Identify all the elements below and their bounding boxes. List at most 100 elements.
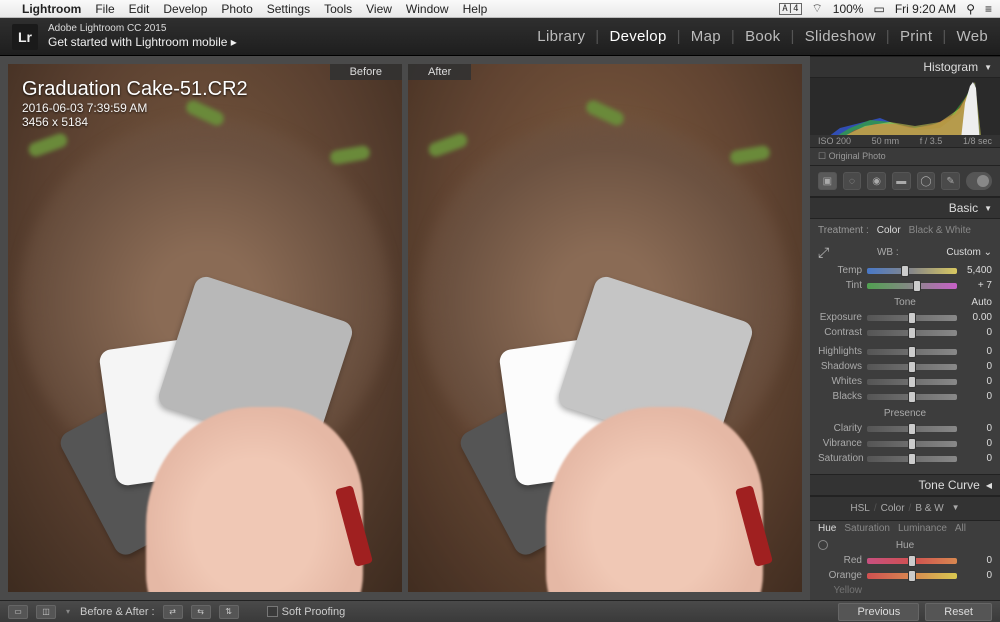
- tone-slider-1[interactable]: [867, 330, 957, 336]
- reset-button[interactable]: Reset: [925, 603, 992, 621]
- tone2-row-highlights: Highlights0: [818, 344, 992, 359]
- treatment-bw[interactable]: Black & White: [909, 225, 971, 236]
- basic-panel: Treatment : Color Black & White ⤢ WB : C…: [810, 219, 1000, 474]
- menu-window[interactable]: Window: [406, 2, 449, 16]
- before-after-view-button[interactable]: ◫: [36, 605, 56, 619]
- module-map[interactable]: Map: [691, 28, 721, 45]
- module-develop[interactable]: Develop: [609, 28, 666, 45]
- menu-edit[interactable]: Edit: [129, 2, 150, 16]
- meta-iso: ISO 200: [818, 136, 851, 146]
- loupe-view-button[interactable]: ▭: [8, 605, 28, 619]
- ba-layout-1[interactable]: ⇄: [163, 605, 183, 619]
- tone2-slider-1[interactable]: [867, 364, 957, 370]
- clock[interactable]: Fri 9:20 AM: [895, 2, 956, 16]
- tone2-label-2: Whites: [818, 376, 862, 387]
- hue-slider-0[interactable]: [867, 558, 957, 564]
- menu-file[interactable]: File: [95, 2, 114, 16]
- soft-proofing-checkbox[interactable]: Soft Proofing: [267, 606, 346, 618]
- meta-shutter: 1/8 sec: [963, 136, 992, 146]
- tone2-value-2[interactable]: 0: [962, 376, 992, 387]
- menu-photo[interactable]: Photo: [221, 2, 252, 16]
- battery-status[interactable]: 100%: [833, 2, 864, 16]
- tone-slider-0[interactable]: [867, 315, 957, 321]
- hsl-sub-all[interactable]: All: [955, 523, 966, 534]
- hue-value-0[interactable]: 0: [962, 555, 992, 566]
- adjustment-brush-tool[interactable]: ✎: [941, 172, 960, 190]
- presence-slider-0[interactable]: [867, 426, 957, 432]
- tone-value-1[interactable]: 0: [962, 327, 992, 338]
- tone-value-0[interactable]: 0.00: [962, 312, 992, 323]
- spotlight-icon[interactable]: ⚲: [966, 2, 975, 16]
- menu-settings[interactable]: Settings: [267, 2, 310, 16]
- module-print[interactable]: Print: [900, 28, 932, 45]
- menu-help[interactable]: Help: [463, 2, 488, 16]
- treatment-color[interactable]: Color: [877, 225, 901, 236]
- overlay-datetime: 2016-06-03 7:39:59 AM: [22, 101, 248, 115]
- adobe-sync-icon[interactable]: A|4: [779, 3, 801, 15]
- menubar-app[interactable]: Lightroom: [22, 2, 81, 16]
- before-pane[interactable]: Before Graduation Cake-51.CR2 2016-06-03…: [8, 64, 402, 592]
- module-picker: Library| Develop| Map| Book| Slideshow| …: [537, 28, 988, 45]
- wb-value-0[interactable]: 5,400: [962, 265, 992, 276]
- module-web[interactable]: Web: [957, 28, 988, 45]
- hsl-tab-hsl[interactable]: HSL: [850, 503, 869, 514]
- tone2-value-0[interactable]: 0: [962, 346, 992, 357]
- wb-label-1: Tint: [818, 280, 862, 291]
- spot-removal-tool[interactable]: ◌: [843, 172, 862, 190]
- hsl-tab-color[interactable]: Color: [881, 503, 905, 514]
- after-pane[interactable]: After: [408, 64, 802, 592]
- tone-row-exposure: Exposure0.00: [818, 310, 992, 325]
- hue-value-1[interactable]: 0: [962, 570, 992, 581]
- targeted-adjust-tool[interactable]: [818, 540, 828, 550]
- tone2-row-shadows: Shadows0: [818, 359, 992, 374]
- presence-value-1[interactable]: 0: [962, 438, 992, 449]
- tone-curve-header[interactable]: Tone Curve: [810, 474, 1000, 496]
- tone2-value-3[interactable]: 0: [962, 391, 992, 402]
- hsl-tab-bw[interactable]: B & W: [915, 503, 943, 514]
- histogram[interactable]: [810, 78, 1000, 135]
- ba-layout-3[interactable]: ⇅: [219, 605, 239, 619]
- image-info-overlay: Graduation Cake-51.CR2 2016-06-03 7:39:5…: [22, 78, 248, 129]
- histogram-header[interactable]: Histogram: [810, 56, 1000, 78]
- tone2-slider-3[interactable]: [867, 394, 957, 400]
- redeye-tool[interactable]: ◉: [867, 172, 886, 190]
- tone2-slider-2[interactable]: [867, 379, 957, 385]
- tone2-slider-0[interactable]: [867, 349, 957, 355]
- graduated-filter-tool[interactable]: ▬: [892, 172, 911, 190]
- tone2-value-1[interactable]: 0: [962, 361, 992, 372]
- auto-tone-button[interactable]: Auto: [971, 297, 992, 308]
- wb-slider-1[interactable]: [867, 283, 957, 289]
- presence-value-2[interactable]: 0: [962, 453, 992, 464]
- hsl-sub-hue[interactable]: Hue: [818, 523, 836, 534]
- module-library[interactable]: Library: [537, 28, 585, 45]
- hue-slider-1[interactable]: [867, 573, 957, 579]
- ba-layout-2[interactable]: ⇆: [191, 605, 211, 619]
- module-book[interactable]: Book: [745, 28, 780, 45]
- menu-tools[interactable]: Tools: [324, 2, 352, 16]
- wb-dropper-tool[interactable]: ⤢: [818, 244, 829, 261]
- menu-extras-icon[interactable]: ≡: [985, 2, 992, 16]
- lightroom-logo: Lr: [12, 24, 38, 50]
- hsl-sub-luminance[interactable]: Luminance: [898, 523, 947, 534]
- previous-button[interactable]: Previous: [838, 603, 919, 621]
- presence-slider-1[interactable]: [867, 441, 957, 447]
- presence-value-0[interactable]: 0: [962, 423, 992, 434]
- radial-filter-tool[interactable]: ◯: [917, 172, 936, 190]
- wb-slider-0[interactable]: [867, 268, 957, 274]
- hsl-sub-saturation[interactable]: Saturation: [844, 523, 890, 534]
- wifi-icon[interactable]: ⌔: [812, 1, 823, 16]
- original-photo-checkbox[interactable]: Original Photo: [810, 147, 1000, 165]
- identity-line2[interactable]: Get started with Lightroom mobile ▸: [48, 35, 237, 49]
- before-after-label: Before & After :: [80, 606, 155, 618]
- wb-value-1[interactable]: + 7: [962, 280, 992, 291]
- view-options-dropdown[interactable]: ▾: [66, 607, 70, 616]
- basic-header[interactable]: Basic: [810, 197, 1000, 219]
- menu-develop[interactable]: Develop: [163, 2, 207, 16]
- panel-switch[interactable]: [966, 172, 992, 190]
- module-slideshow[interactable]: Slideshow: [805, 28, 876, 45]
- hsl-header[interactable]: HSL/ Color/ B & W ▼: [810, 496, 1000, 521]
- presence-slider-2[interactable]: [867, 456, 957, 462]
- crop-tool[interactable]: ▣: [818, 172, 837, 190]
- menu-view[interactable]: View: [366, 2, 392, 16]
- wb-preset-dropdown[interactable]: Custom ⌄: [946, 247, 992, 258]
